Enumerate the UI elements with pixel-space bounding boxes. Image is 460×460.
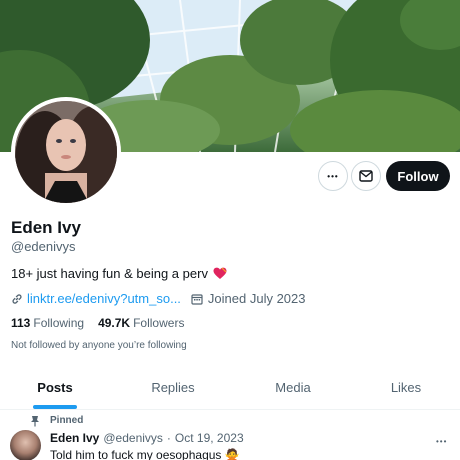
- active-tab-indicator: [33, 405, 77, 409]
- tweet-author-handle[interactable]: @edenivys: [103, 431, 163, 445]
- profile-avatar[interactable]: [11, 97, 121, 207]
- followers-count: 49.7K: [98, 316, 131, 330]
- followers-link[interactable]: 49.7K Followers: [98, 316, 184, 330]
- follow-button[interactable]: Follow: [386, 161, 450, 191]
- tab-posts[interactable]: Posts: [0, 364, 110, 410]
- tweet-date[interactable]: Oct 19, 2023: [175, 431, 244, 445]
- avatar-photo: [15, 101, 117, 203]
- more-icon: •••: [327, 171, 339, 181]
- calendar-icon: [191, 293, 203, 305]
- followers-label: Followers: [133, 316, 185, 330]
- pin-icon: [31, 416, 39, 427]
- following-label: Following: [33, 316, 85, 330]
- profile-tabs: Posts Replies Media Likes: [0, 364, 460, 410]
- profile-link[interactable]: linktr.ee/edenivy?utm_so...: [27, 291, 181, 306]
- heart-icon: [213, 267, 227, 279]
- link-icon: [12, 293, 22, 304]
- profile-meta-row: linktr.ee/edenivy?utm_so... Joined July …: [11, 291, 306, 306]
- mail-icon: [359, 170, 373, 182]
- pinned-label: Pinned: [50, 415, 84, 426]
- following-link[interactable]: 113 Following: [11, 316, 84, 330]
- follow-counts: 113 Following 49.7K Followers: [11, 316, 184, 330]
- tweet-avatar[interactable]: [10, 430, 41, 460]
- tweet-text: Told him to fuck my oesophagus 🙅: [50, 448, 240, 460]
- tweet-author-name[interactable]: Eden Ivy: [50, 431, 99, 445]
- profile-handle: @edenivys: [11, 239, 76, 254]
- tweet-header: Eden Ivy @edenivys · Oct 19, 2023: [50, 431, 244, 445]
- tab-replies[interactable]: Replies: [118, 364, 228, 410]
- following-count: 113: [11, 316, 31, 330]
- message-button[interactable]: [351, 161, 381, 191]
- tab-likes[interactable]: Likes: [352, 364, 460, 410]
- profile-display-name: Eden Ivy: [11, 218, 81, 237]
- joined-date: Joined July 2023: [207, 291, 306, 306]
- followed-by-note: Not followed by anyone you’re following: [11, 340, 187, 351]
- profile-bio: 18+ just having fun & being a perv: [11, 266, 227, 281]
- tweet-more-button[interactable]: •••: [436, 431, 447, 447]
- tweet-more-icon: •••: [436, 437, 448, 446]
- tab-media[interactable]: Media: [238, 364, 348, 410]
- tweet-separator: ·: [166, 431, 171, 445]
- bio-text: 18+ just having fun & being a perv: [11, 266, 208, 281]
- more-options-button[interactable]: •••: [318, 161, 348, 191]
